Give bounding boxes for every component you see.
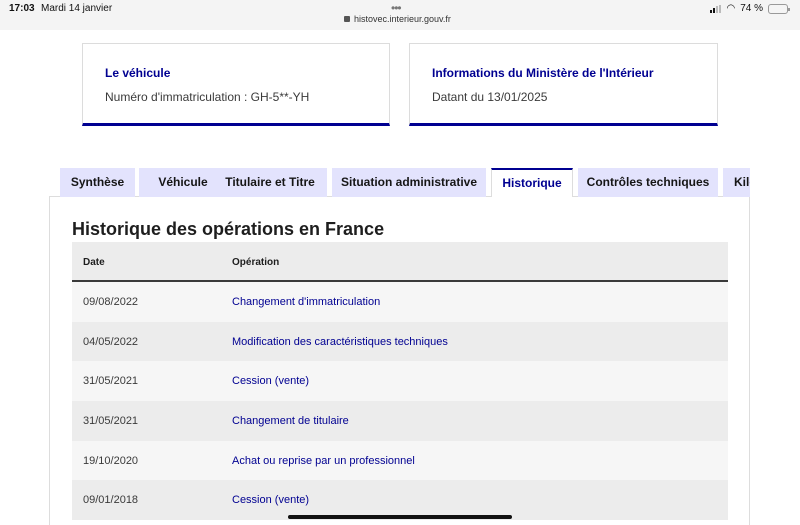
- battery-icon: [768, 3, 790, 14]
- row-date: 31/05/2021: [83, 375, 139, 388]
- table-row: 04/05/2022 Modification des caractéristi…: [72, 321, 728, 362]
- header-date: Date: [83, 257, 105, 268]
- status-date: Mardi 14 janvier: [41, 3, 113, 14]
- row-operation[interactable]: Achat ou reprise par un professionnel: [232, 455, 415, 467]
- row-operation[interactable]: Cession (vente): [232, 494, 309, 506]
- table-row: 19/10/2020 Achat ou reprise par un profe…: [72, 440, 728, 481]
- table-row: 31/05/2021 Cession (vente): [72, 361, 728, 402]
- status-indicators: ◠ 74 %: [710, 3, 790, 14]
- tab-situation-administrative[interactable]: Situation administrative: [332, 168, 486, 197]
- vehicle-registration: Numéro d'immatriculation : GH-5**-YH: [105, 90, 310, 104]
- wifi-icon: ◠: [726, 3, 736, 14]
- home-indicator[interactable]: [288, 515, 512, 519]
- row-date: 09/08/2022: [83, 296, 139, 308]
- battery-percent: 74 %: [740, 3, 763, 14]
- tab-historique[interactable]: Historique: [491, 168, 573, 197]
- address-url: histovec.interieur.gouv.fr: [354, 14, 451, 24]
- lock-icon: [344, 16, 350, 22]
- tab-kilometrage[interactable]: Kilo: [723, 168, 750, 197]
- vehicle-card: Le véhicule Numéro d'immatriculation : G…: [82, 43, 390, 126]
- address-bar[interactable]: histovec.interieur.gouv.fr: [344, 14, 451, 24]
- section-title: Historique des opérations en France: [72, 219, 385, 239]
- more-options-icon[interactable]: •••: [391, 1, 402, 15]
- row-operation[interactable]: Modification des caractéristiques techni…: [232, 336, 448, 348]
- tab-synthese[interactable]: Synthèse: [60, 168, 135, 197]
- status-time: 17:03: [9, 3, 35, 14]
- ministry-card: Informations du Ministère de l'Intérieur…: [409, 43, 718, 126]
- header-operation: Opération: [232, 257, 280, 268]
- vehicle-card-title: Le véhicule: [105, 66, 171, 80]
- row-date: 31/05/2021: [83, 415, 139, 428]
- table-row: 31/05/2021 Changement de titulaire: [72, 401, 728, 441]
- row-date: 19/10/2020: [83, 454, 139, 467]
- row-operation[interactable]: Changement de titulaire: [232, 415, 349, 427]
- history-table: Date Opération 09/08/2022 Changement d'i…: [72, 242, 728, 521]
- row-operation[interactable]: Changement d'immatriculation: [232, 296, 380, 308]
- status-bar: 17:03 Mardi 14 janvier ••• histovec.inte…: [0, 0, 800, 30]
- ministry-date: Datant du 13/01/2025: [432, 90, 548, 104]
- tab-titulaire[interactable]: Titulaire et Titre: [213, 168, 327, 197]
- row-operation[interactable]: Cession (vente): [232, 375, 309, 387]
- tab-controles-techniques[interactable]: Contrôles techniques: [578, 168, 718, 197]
- table-header: Date Opération: [72, 242, 728, 282]
- row-date: 04/05/2022: [83, 335, 139, 348]
- table-row: 09/08/2022 Changement d'immatriculation: [72, 282, 728, 322]
- signal-icon: [710, 4, 722, 13]
- ministry-card-title: Informations du Ministère de l'Intérieur: [432, 66, 654, 80]
- row-date: 09/01/2018: [83, 494, 139, 507]
- tab-bar: Synthèse Véhicule Titulaire et Titre Sit…: [60, 168, 750, 197]
